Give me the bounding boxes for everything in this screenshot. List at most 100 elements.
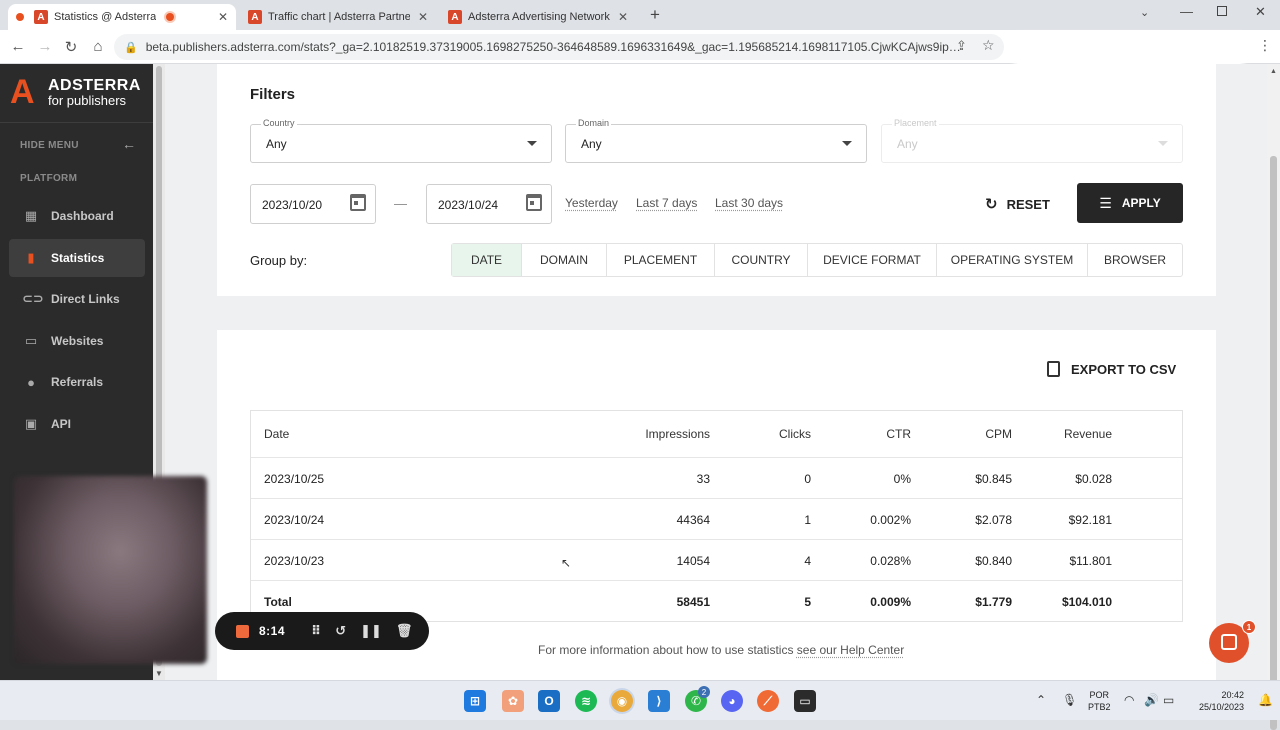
domain-caption: Domain xyxy=(576,118,612,128)
sidebar-item-dashboard[interactable]: ▦ Dashboard xyxy=(9,197,145,235)
col-cpm[interactable]: CPM xyxy=(985,427,1012,441)
reset-button[interactable]: ↻ RESET xyxy=(985,195,1050,213)
group-tab-date[interactable]: DATE xyxy=(452,244,522,276)
battery-icon[interactable]: ▭ xyxy=(1163,693,1174,707)
volume-icon[interactable]: 🔊 xyxy=(1144,693,1159,707)
sidebar-item-label: Websites xyxy=(51,334,104,348)
stop-recording-button[interactable] xyxy=(236,624,249,638)
collapse-arrow-icon[interactable]: ← xyxy=(122,136,136,152)
tab-adsterra-network[interactable]: A Adsterra Advertising Network | S ✕ xyxy=(440,4,636,30)
menu-kebab-icon[interactable]: ⋮ xyxy=(1258,37,1272,54)
back-icon[interactable]: ← xyxy=(9,38,27,55)
monitor-icon: ▭ xyxy=(24,333,38,348)
sidebar-item-direct-links[interactable]: ⊂⊃ Direct Links xyxy=(9,280,145,318)
hide-menu-button[interactable]: HIDE MENU xyxy=(20,140,79,151)
lock-icon: 🔒 xyxy=(124,41,138,54)
sidebar-item-api[interactable]: ▣ API xyxy=(9,405,145,443)
forward-icon[interactable]: → xyxy=(36,38,54,55)
support-chat-button[interactable]: 1 xyxy=(1209,620,1256,663)
group-tab-device-format[interactable]: DEVICE FORMAT xyxy=(808,244,937,276)
outlook-icon[interactable]: O xyxy=(538,690,560,712)
wifi-icon[interactable]: ◠ xyxy=(1124,693,1134,707)
group-tab-placement[interactable]: PLACEMENT xyxy=(607,244,715,276)
domain-value: Any xyxy=(581,137,602,151)
trash-icon[interactable]: 🗑 xyxy=(396,623,413,639)
close-window-button[interactable]: ✕ xyxy=(1255,4,1266,20)
terminal-app-icon[interactable]: ▭ xyxy=(794,690,816,712)
close-tab-icon[interactable]: ✕ xyxy=(210,10,228,24)
cell-date: 2023/10/23 xyxy=(264,554,325,568)
group-tab-country[interactable]: COUNTRY xyxy=(715,244,808,276)
windows-start-icon[interactable]: ⊞ xyxy=(464,690,486,712)
export-csv-button[interactable]: EXPORT TO CSV xyxy=(1047,361,1176,377)
tab-label: Statistics @ Adsterra xyxy=(54,11,157,23)
scroll-up-icon[interactable]: ▲ xyxy=(1270,68,1277,75)
tab-statistics[interactable]: A Statistics @ Adsterra ✕ xyxy=(8,4,236,30)
sidebar-item-websites[interactable]: ▭ Websites xyxy=(9,322,145,360)
sidebar-item-statistics[interactable]: ▮ Statistics xyxy=(9,239,145,277)
close-tab-icon[interactable]: ✕ xyxy=(410,10,428,24)
col-ctr[interactable]: CTR xyxy=(886,427,911,441)
quick-last-30-days-link[interactable]: Last 30 days xyxy=(715,196,783,210)
date-to-input[interactable]: 2023/10/24 xyxy=(426,184,552,224)
quick-yesterday-link[interactable]: Yesterday xyxy=(565,196,618,210)
total-revenue: $104.010 xyxy=(1061,595,1112,609)
country-value: Any xyxy=(266,137,287,151)
quick-last-7-days-link[interactable]: Last 7 days xyxy=(636,196,697,210)
sidebar-item-referrals[interactable]: ● Referrals xyxy=(9,363,145,401)
cell-ctr: 0.028% xyxy=(870,554,911,568)
adsterra-favicon-icon: A xyxy=(448,10,462,24)
maximize-button[interactable] xyxy=(1217,6,1227,16)
group-by-tabs: DATE DOMAIN PLACEMENT COUNTRY DEVICE FOR… xyxy=(451,243,1183,277)
reset-label: RESET xyxy=(1006,196,1050,212)
brand-logo[interactable]: A ADSTERRA for publishers xyxy=(10,75,141,109)
grid-icon: ▦ xyxy=(24,208,38,223)
domain-select[interactable]: Domain Any xyxy=(565,118,867,163)
tab-search-icon[interactable]: ⌄ xyxy=(1140,6,1149,19)
help-center-link[interactable]: see our Help Center xyxy=(797,643,904,657)
page-scroll-thumb[interactable] xyxy=(1270,156,1277,730)
restart-icon[interactable]: ↺ xyxy=(335,623,346,639)
postman-icon[interactable]: ⟋ xyxy=(757,690,779,712)
apply-label: APPLY xyxy=(1121,196,1161,210)
tray-expand-icon[interactable]: ⌃ xyxy=(1036,693,1046,707)
spotify-icon[interactable]: ≋ xyxy=(575,690,597,712)
new-tab-button[interactable]: + xyxy=(650,5,660,25)
filters-title: Filters xyxy=(250,86,296,103)
col-date[interactable]: Date xyxy=(264,427,289,441)
chrome-icon[interactable]: ◉ xyxy=(611,690,633,712)
col-clicks[interactable]: Clicks xyxy=(779,427,811,441)
tab-traffic-chart[interactable]: A Traffic chart | Adsterra Partners ✕ xyxy=(240,4,436,30)
reload-icon[interactable]: ↻ xyxy=(62,38,80,56)
drag-grid-icon[interactable]: ⠿ xyxy=(311,623,321,639)
apps-icon[interactable]: ✿ xyxy=(502,690,524,712)
scroll-down-icon[interactable]: ▼ xyxy=(155,669,163,678)
cell-cpm: $0.845 xyxy=(975,472,1012,486)
col-impressions[interactable]: Impressions xyxy=(645,427,710,441)
bookmark-star-icon[interactable]: ☆ xyxy=(982,37,995,54)
share-icon[interactable]: ⇪ xyxy=(956,38,967,54)
language-indicator[interactable]: POR PTB2 xyxy=(1088,689,1111,713)
pause-icon[interactable]: ❚❚ xyxy=(360,623,382,639)
group-tab-browser[interactable]: BROWSER xyxy=(1088,244,1182,276)
minimize-button[interactable]: — xyxy=(1180,4,1193,19)
vscode-icon[interactable]: ⟩ xyxy=(648,690,670,712)
cell-clicks: 1 xyxy=(804,513,811,527)
close-tab-icon[interactable]: ✕ xyxy=(610,10,628,24)
discord-icon[interactable]: ◕ xyxy=(721,690,743,712)
date-from-input[interactable]: 2023/10/20 xyxy=(250,184,376,224)
apply-button[interactable]: ☰ APPLY xyxy=(1077,183,1183,223)
group-tab-operating-system[interactable]: OPERATING SYSTEM xyxy=(937,244,1088,276)
country-select[interactable]: Country Any xyxy=(250,118,552,163)
notification-bell-icon[interactable]: 🔔 xyxy=(1258,693,1273,707)
col-revenue[interactable]: Revenue xyxy=(1064,427,1112,441)
group-tab-domain[interactable]: DOMAIN xyxy=(522,244,607,276)
calendar-icon[interactable] xyxy=(350,194,366,211)
page-scrollbar[interactable]: ▲ xyxy=(1267,64,1280,730)
home-icon[interactable]: ⌂ xyxy=(89,38,107,55)
calendar-icon[interactable] xyxy=(526,194,542,211)
url-input[interactable]: 🔒 beta.publishers.adsterra.com/stats?_ga… xyxy=(114,34,1004,60)
microphone-icon[interactable]: 🎙 xyxy=(1062,693,1077,707)
link-icon: ⊂⊃ xyxy=(22,291,44,306)
clock[interactable]: 20:42 25/10/2023 xyxy=(1180,689,1244,713)
